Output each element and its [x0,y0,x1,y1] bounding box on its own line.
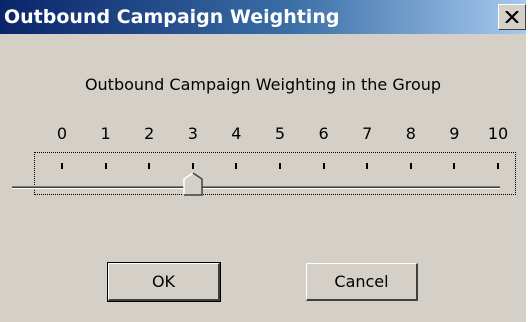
cancel-button-label: Cancel [334,271,389,291]
tick-label: 0 [56,124,68,143]
tick-label: 5 [274,124,286,143]
tick-mark [409,163,412,169]
tick-mark [148,163,151,169]
tick-mark [191,163,194,169]
tick-mark [453,163,456,169]
tick-mark [279,163,281,169]
tick-mark [366,163,369,169]
tick-label: 1 [100,124,111,143]
track-highlight [12,188,500,189]
weighting-dialog: Outbound Campaign Weighting Outbound Cam… [0,0,526,322]
close-button[interactable] [498,4,526,30]
slider-thumb[interactable] [183,172,203,196]
close-icon [505,11,519,23]
tick-label: 3 [187,124,198,143]
window-title: Outbound Campaign Weighting [4,6,340,28]
slider-tick-labels: 0 1 2 3 4 5 6 7 8 9 10 [0,123,526,145]
tick-mark [235,163,238,169]
tick-mark [61,163,63,169]
tick-mark [497,163,499,169]
tick-label: 6 [318,124,329,143]
cancel-button[interactable]: Cancel [306,263,418,301]
tick-mark [322,163,325,169]
title-bar[interactable]: Outbound Campaign Weighting [0,0,526,34]
ok-button-label: OK [151,271,176,291]
tick-label: 9 [449,124,460,143]
ok-button[interactable]: OK [107,262,221,302]
tick-label: 7 [362,124,373,143]
tick-label: 2 [144,124,155,143]
slider-tick-marks [0,163,526,173]
tick-label: 10 [487,124,509,143]
tick-mark [104,163,107,169]
tick-label: 4 [231,124,242,143]
slider-track[interactable] [12,186,500,190]
dialog-heading: Outbound Campaign Weighting in the Group [84,75,442,94]
tick-label: 8 [405,124,416,143]
